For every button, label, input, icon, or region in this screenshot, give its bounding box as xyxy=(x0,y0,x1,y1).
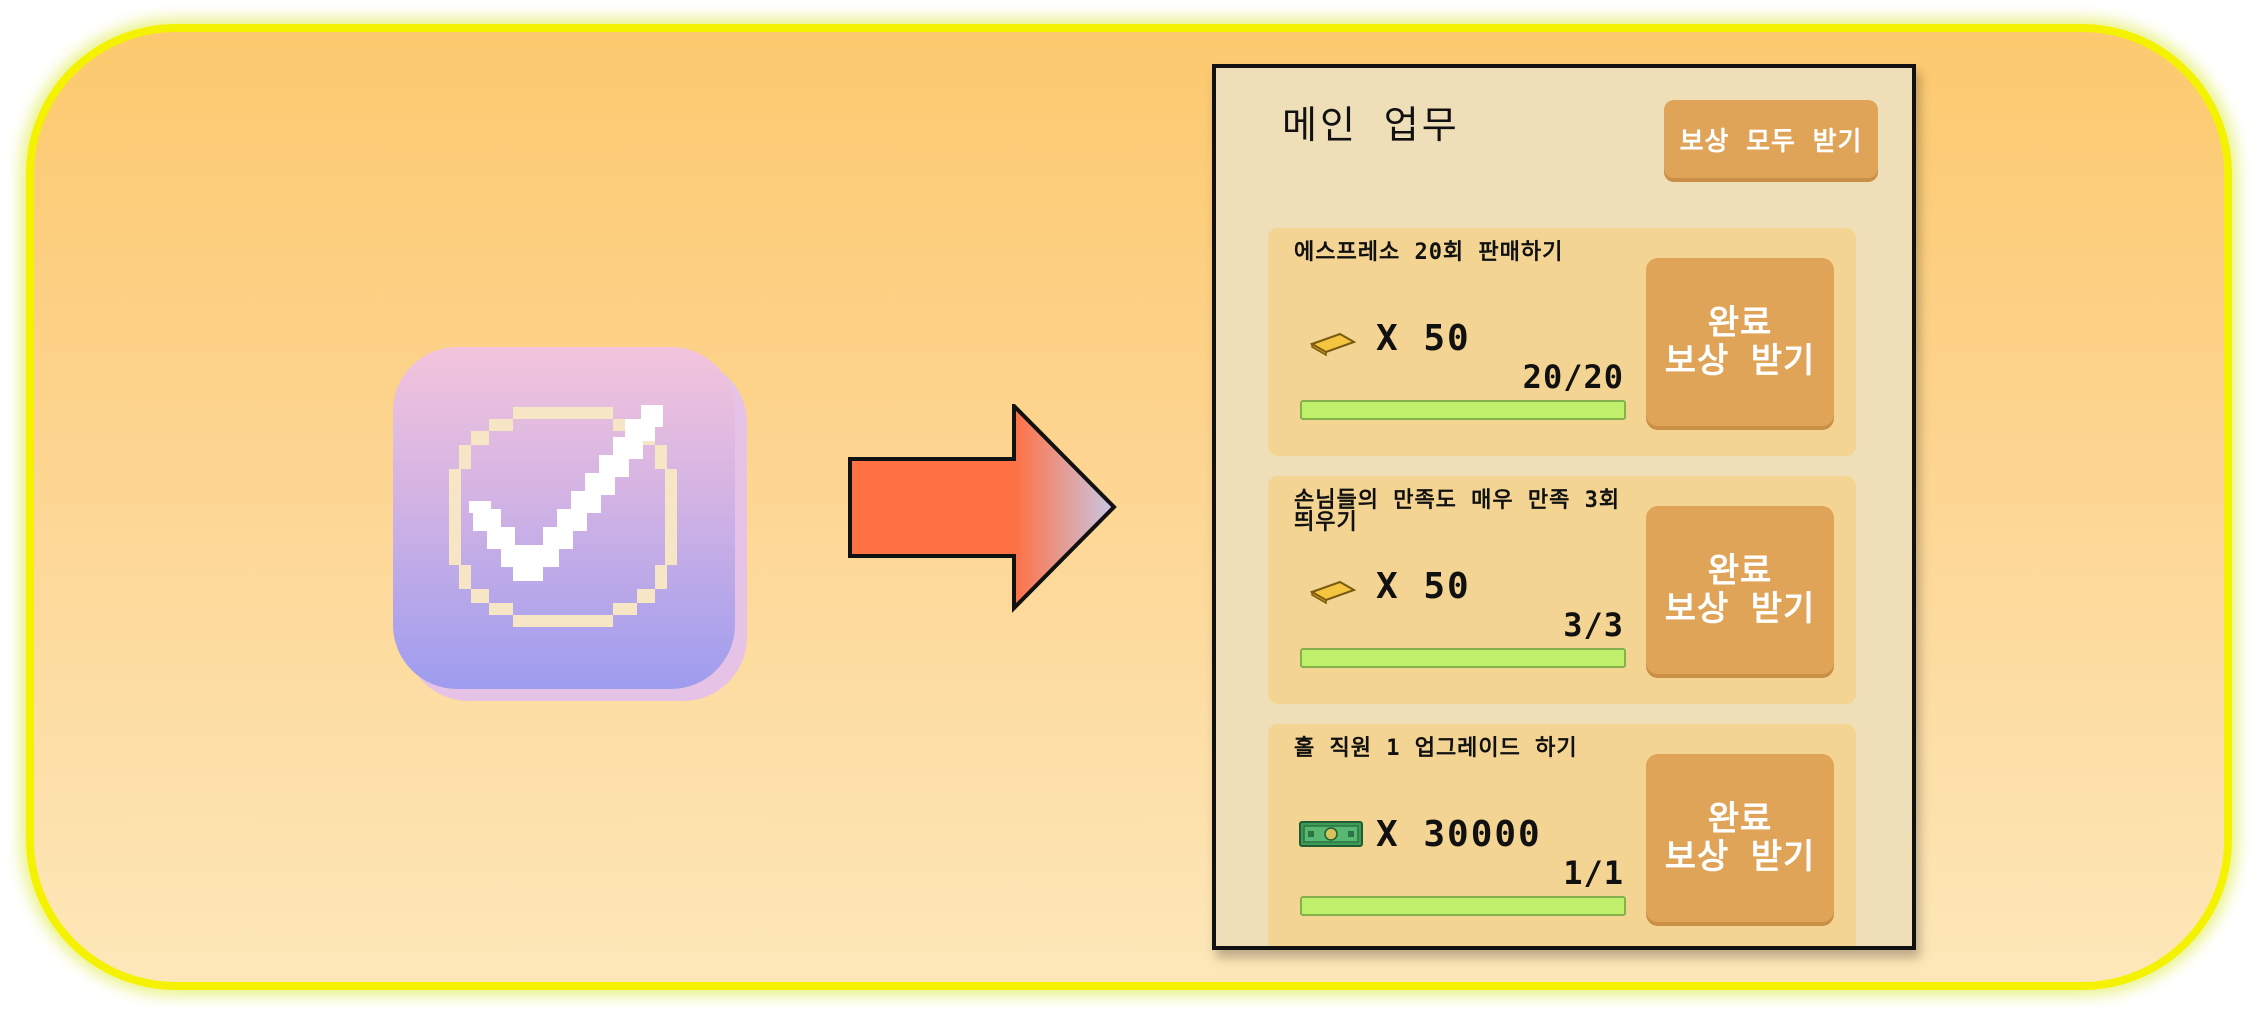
panel-title: 메인 업무 xyxy=(1282,103,1460,147)
quest-card: 에스프레소 20회 판매하기 X 50 20/20 완료 보상 받기 xyxy=(1268,228,1856,456)
progress-fill xyxy=(1302,650,1624,666)
quest-title: 홀 직원 1 업그레이드 하기 xyxy=(1294,736,1578,761)
quest-card: 홀 직원 1 업그레이드 하기 X 30000 1/1 완료 보상 받기 xyxy=(1268,724,1856,946)
cash-icon xyxy=(1299,821,1363,847)
button-line-claim: 보상 받기 xyxy=(1664,341,1816,381)
progress-fill xyxy=(1302,402,1624,418)
gold-bar-icon xyxy=(1310,332,1356,356)
button-line-complete: 완료 xyxy=(1707,303,1773,343)
quest-checkmark-icon xyxy=(393,347,735,689)
reward-amount: X 50 xyxy=(1376,566,1471,607)
reward-amount: X 50 xyxy=(1376,318,1471,359)
progress-count: 20/20 xyxy=(1522,358,1624,396)
reward-amount: X 30000 xyxy=(1376,814,1542,855)
quest-title: 손님들의 만족도 매우 만족 3회 띄우기 xyxy=(1294,488,1621,535)
claim-reward-button[interactable]: 완료 보상 받기 xyxy=(1646,258,1834,426)
progress-bar xyxy=(1300,400,1626,420)
quest-card: 손님들의 만족도 매우 만족 3회 띄우기 X 50 3/3 완료 보상 받기 xyxy=(1268,476,1856,704)
gold-bar-icon xyxy=(1310,580,1356,604)
checkmark-circle-icon xyxy=(449,405,677,627)
button-line-claim: 보상 받기 xyxy=(1664,837,1816,877)
progress-bar xyxy=(1300,648,1626,668)
progress-count: 1/1 xyxy=(1563,854,1624,892)
button-line-claim: 보상 받기 xyxy=(1664,589,1816,629)
progress-bar xyxy=(1300,896,1626,916)
claim-reward-button[interactable]: 완료 보상 받기 xyxy=(1646,506,1834,674)
button-line-complete: 완료 xyxy=(1707,799,1773,839)
progress-fill xyxy=(1302,898,1624,914)
progress-count: 3/3 xyxy=(1563,606,1624,644)
quest-title: 에스프레소 20회 판매하기 xyxy=(1294,240,1564,265)
arrow-right-icon xyxy=(848,404,1117,613)
claim-all-rewards-button[interactable]: 보상 모두 받기 xyxy=(1664,100,1878,178)
button-line-complete: 완료 xyxy=(1707,551,1773,591)
claim-reward-button[interactable]: 완료 보상 받기 xyxy=(1646,754,1834,922)
main-quest-panel: 메인 업무 보상 모두 받기 에스프레소 20회 판매하기 X 50 20/20… xyxy=(1212,64,1916,950)
